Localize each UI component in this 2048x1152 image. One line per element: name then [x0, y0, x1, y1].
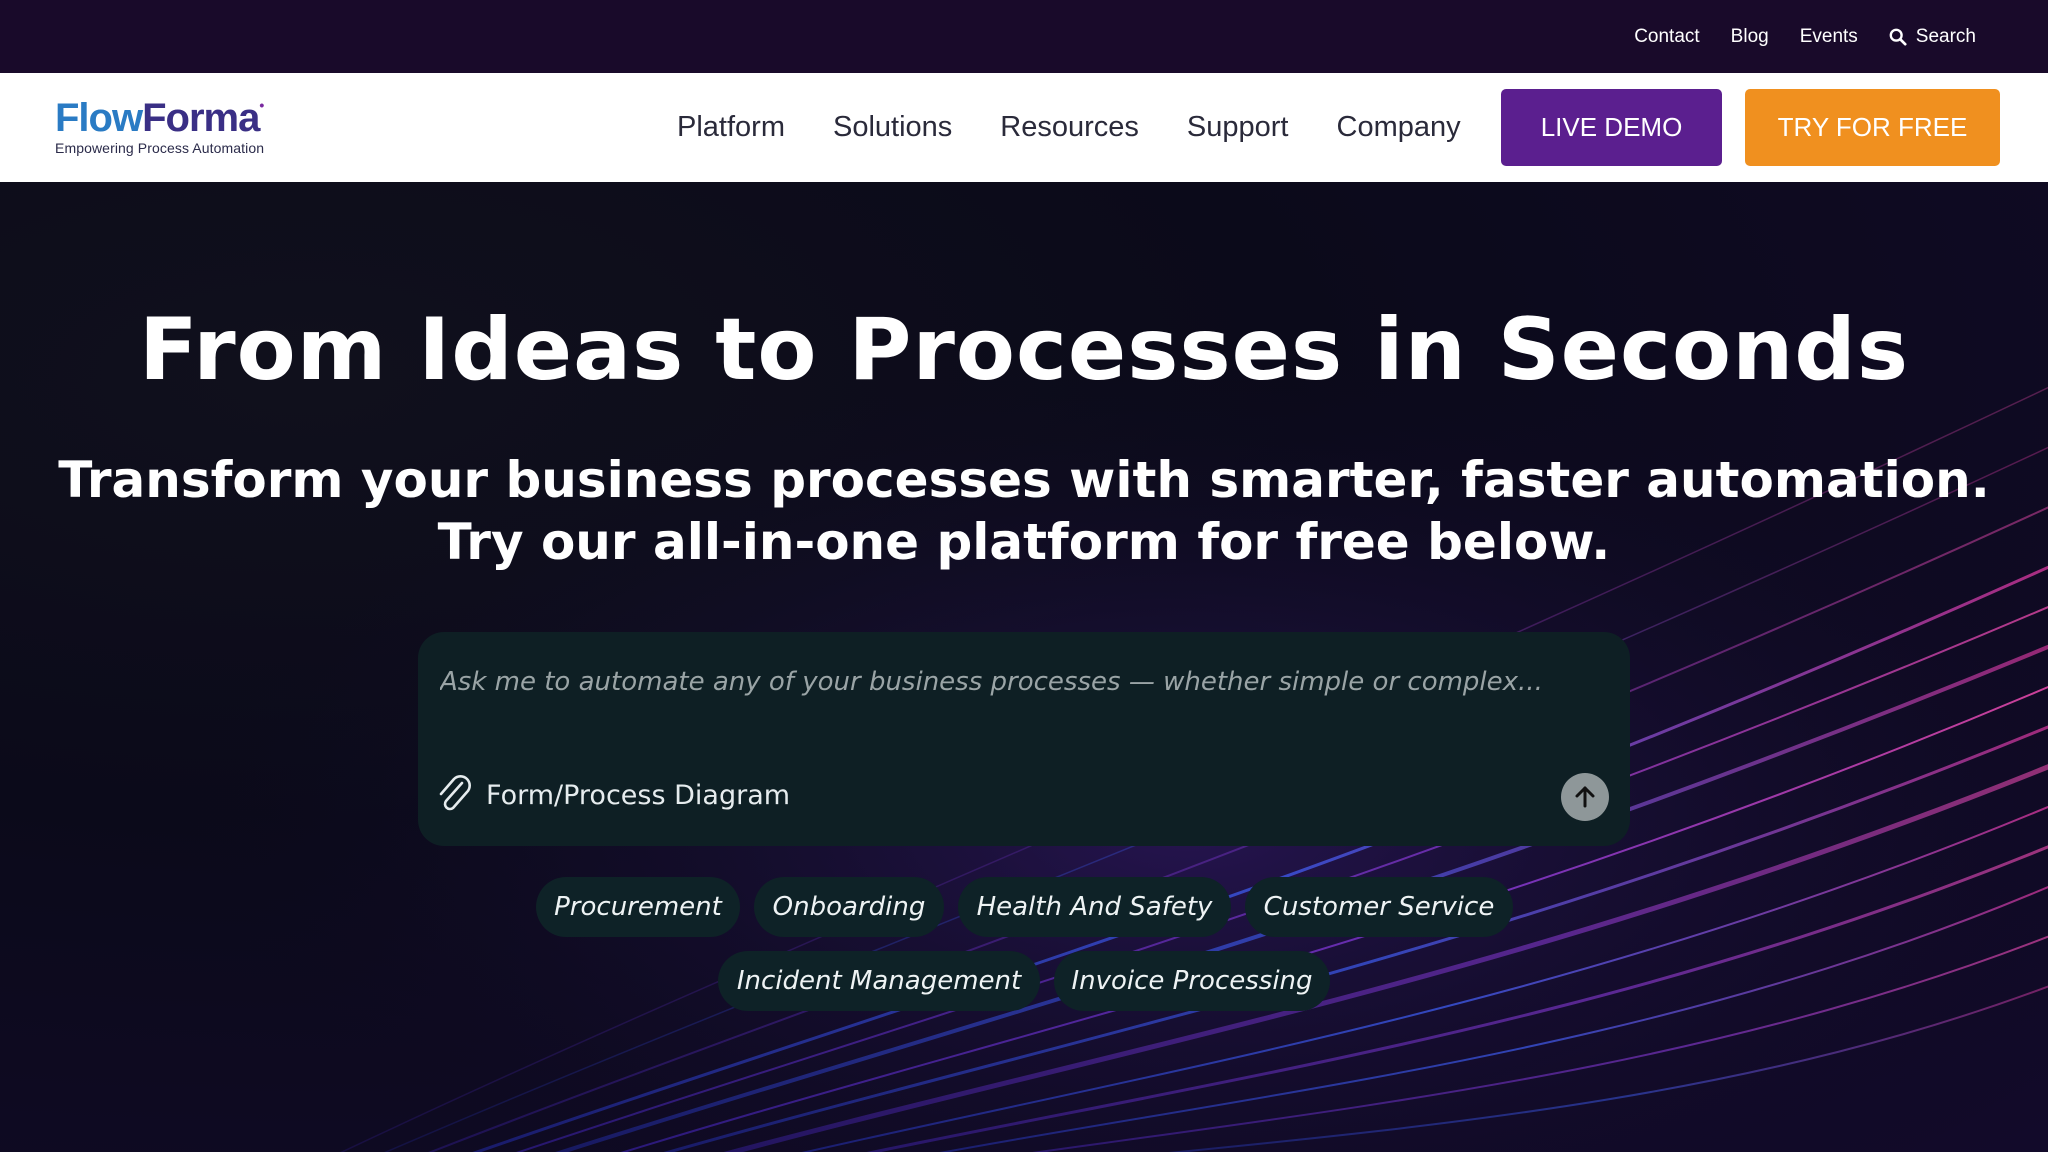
utility-links: Contact Blog Events Search [1634, 0, 1976, 73]
try-for-free-button[interactable]: TRY FOR FREE [1745, 89, 2000, 166]
hero-subtitle: Transform your business processes with s… [0, 449, 2048, 573]
prompt-box: Form/Process Diagram [418, 632, 1630, 846]
search-label: Search [1915, 25, 1976, 47]
hero-title: From Ideas to Processes in Seconds [138, 300, 1910, 400]
blog-link[interactable]: Blog [1731, 26, 1769, 48]
attach-label: Form/Process Diagram [486, 779, 791, 811]
nav-platform[interactable]: Platform [677, 111, 785, 144]
prompt-input[interactable] [440, 652, 1600, 712]
flowforma-logo[interactable]: FlowForma• Empowering Process Automation [55, 98, 295, 158]
nav-resources[interactable]: Resources [1000, 111, 1139, 144]
suggestion-chip-customer-service[interactable]: Customer Service [1245, 877, 1513, 937]
send-button[interactable] [1561, 773, 1609, 821]
search-icon [1889, 28, 1907, 46]
main-nav: FlowForma• Empowering Process Automation… [0, 73, 2048, 182]
suggestion-chip-incident-management[interactable]: Incident Management [718, 951, 1040, 1011]
logo-tagline: Empowering Process Automation [55, 140, 265, 156]
utility-bar: Contact Blog Events Search [0, 0, 2048, 73]
suggestion-chip-health-and-safety[interactable]: Health And Safety [958, 877, 1231, 937]
nav-support[interactable]: Support [1187, 111, 1289, 144]
primary-nav: Platform Solutions Resources Support Com… [677, 73, 1461, 182]
nav-solutions[interactable]: Solutions [833, 111, 952, 144]
hero-subtitle-line-2: Try our all-in-one platform for free bel… [437, 513, 1611, 571]
events-link[interactable]: Events [1800, 26, 1858, 48]
nav-company[interactable]: Company [1337, 111, 1461, 144]
suggestion-chip-invoice-processing[interactable]: Invoice Processing [1054, 951, 1330, 1011]
suggestion-chip-procurement[interactable]: Procurement [536, 877, 740, 937]
search-link[interactable]: Search [1889, 26, 1976, 48]
attach-diagram-button[interactable]: Form/Process Diagram [434, 772, 790, 818]
hero-section: From Ideas to Processes in Seconds Trans… [0, 182, 2048, 1152]
suggestion-chip-onboarding[interactable]: Onboarding [754, 877, 944, 937]
live-demo-button[interactable]: LIVE DEMO [1501, 89, 1722, 166]
paperclip-icon [439, 775, 471, 811]
logo-wordmark: FlowForma• [55, 96, 264, 140]
arrow-up-icon [1575, 786, 1595, 808]
contact-link[interactable]: Contact [1634, 26, 1699, 48]
hero-subtitle-line-1: Transform your business processes with s… [58, 451, 1990, 509]
